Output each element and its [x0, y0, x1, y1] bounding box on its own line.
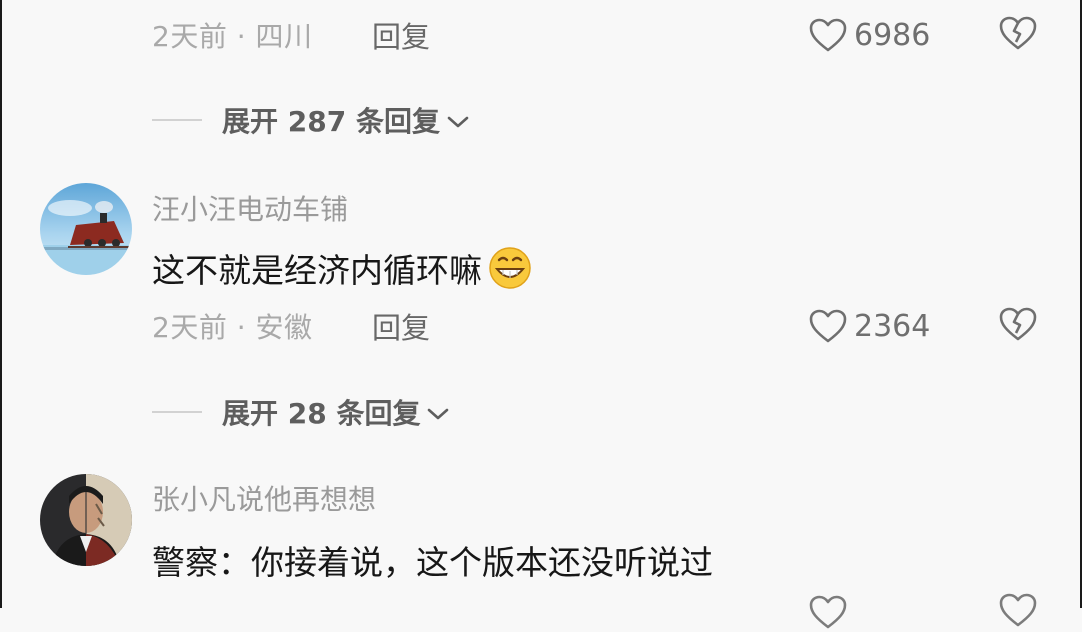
avatar-portrait-image — [40, 474, 132, 566]
chevron-down-icon — [428, 408, 449, 420]
avatar[interactable] — [40, 474, 132, 566]
expand-replies-label: 展开 287 条回复 — [222, 105, 440, 138]
like-count: 2364 — [854, 308, 931, 344]
divider-line — [152, 119, 202, 121]
comment-time-location: 2天前 · 四川 — [152, 20, 313, 53]
like-button-partial[interactable] — [808, 594, 848, 630]
broken-heart-icon — [999, 593, 1037, 627]
avatar[interactable] — [40, 183, 132, 275]
chevron-down-icon — [447, 116, 469, 128]
comment-text: 这不就是经济内循环嘛 — [152, 251, 482, 290]
comment-time-location: 2天前 · 安徽 — [152, 311, 313, 344]
comment-body: 这不就是经济内循环嘛 — [152, 244, 534, 292]
comment-meta-row-partial — [152, 592, 1052, 632]
broken-heart-icon — [999, 307, 1037, 341]
broken-heart-icon — [999, 16, 1037, 50]
like-count: 6986 — [854, 17, 931, 53]
avatar-train-image — [40, 183, 132, 275]
divider-line — [152, 411, 202, 413]
heart-outline-icon — [809, 309, 847, 343]
like-button[interactable]: 6986 — [808, 17, 930, 53]
frame-edge-left — [0, 0, 2, 608]
comment-username[interactable]: 张小凡说他再想想 — [152, 478, 376, 518]
expand-replies-button[interactable]: 展开 28 条回复 — [152, 392, 452, 432]
comment-body: 警察：你接着说，这个版本还没听说过 — [152, 536, 713, 584]
comment-username[interactable]: 汪小汪电动车铺 — [152, 188, 348, 228]
heart-outline-icon — [809, 18, 847, 52]
comment-meta-row: 2天前 · 四川 回复 6986 — [152, 15, 1052, 55]
comment-meta-row: 2天前 · 安徽 回复 2364 — [152, 306, 1052, 346]
grinning-face-emoji — [489, 247, 531, 289]
reply-button[interactable]: 回复 — [372, 14, 430, 56]
expand-replies-label: 展开 28 条回复 — [222, 397, 421, 430]
dislike-button-partial[interactable] — [998, 592, 1038, 632]
dislike-button[interactable] — [998, 15, 1038, 55]
comment-text: 警察：你接着说，这个版本还没听说过 — [152, 543, 713, 582]
reply-button[interactable]: 回复 — [372, 305, 430, 347]
expand-replies-button[interactable]: 展开 287 条回复 — [152, 100, 472, 140]
like-button[interactable]: 2364 — [808, 308, 930, 344]
dislike-button[interactable] — [998, 306, 1038, 346]
heart-outline-icon — [809, 595, 847, 629]
